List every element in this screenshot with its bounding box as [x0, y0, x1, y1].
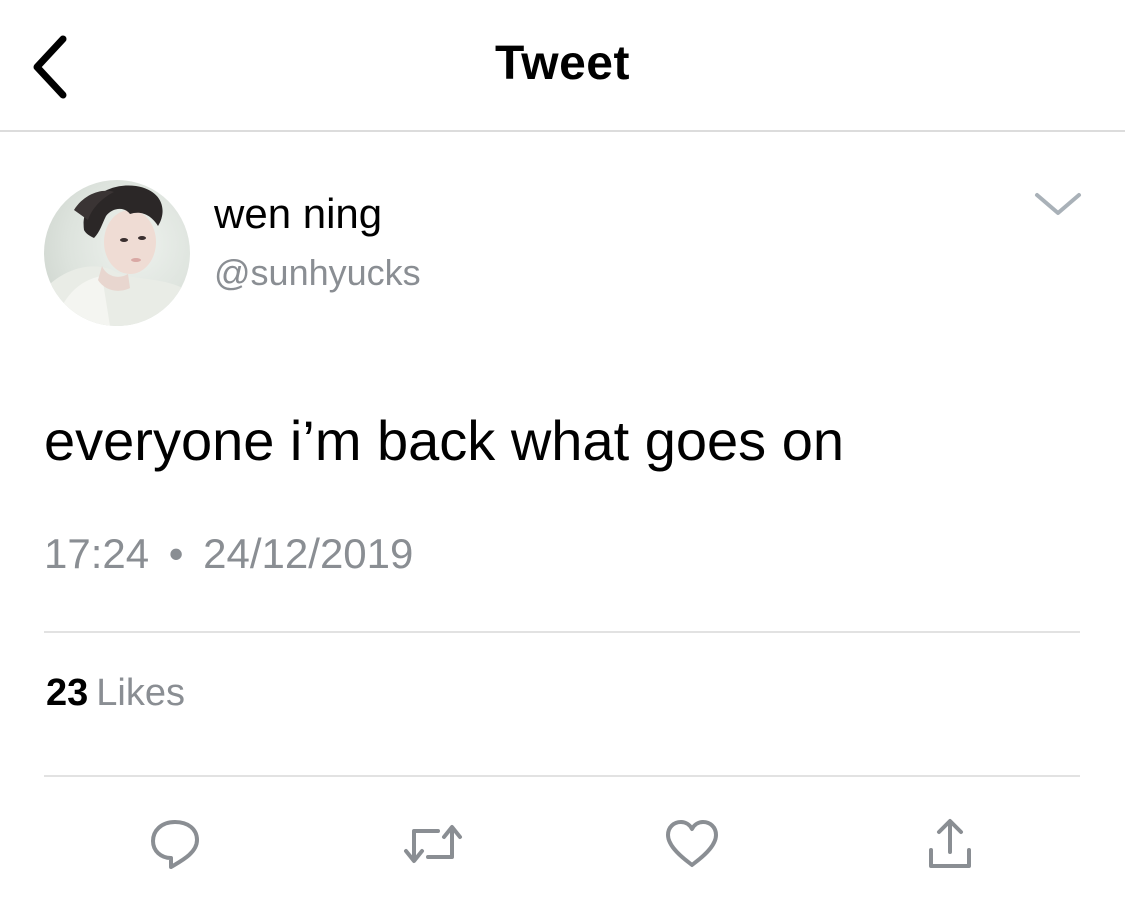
share-button[interactable]	[918, 812, 982, 876]
avatar[interactable]	[44, 180, 190, 326]
tweet-time: 17:24	[44, 530, 150, 577]
author-display-name[interactable]: wen ning	[214, 190, 382, 238]
share-icon	[929, 819, 971, 868]
heart-icon	[666, 820, 718, 867]
tweet-options-button[interactable]	[1030, 182, 1086, 226]
divider	[44, 631, 1080, 633]
reply-button[interactable]	[143, 812, 207, 876]
likes-stat[interactable]: 23 Likes	[46, 672, 185, 715]
likes-count: 23	[46, 672, 89, 714]
divider	[44, 775, 1080, 777]
top-navigation-bar: Tweet	[0, 0, 1125, 132]
timestamp-separator: •	[168, 530, 184, 577]
retweet-icon	[404, 825, 462, 863]
profile-photo	[44, 185, 190, 326]
retweet-button[interactable]	[401, 812, 465, 876]
tweet-date: 24/12/2019	[203, 530, 414, 577]
chevron-down-icon	[1035, 193, 1081, 215]
author-handle[interactable]: @sunhyucks	[214, 252, 421, 294]
like-button[interactable]	[660, 812, 724, 876]
tweet-timestamp: 17:24 • 24/12/2019	[44, 530, 413, 578]
tweet-detail-screen: Tweet wen ning @sunhyucks everyone i’m b…	[0, 0, 1125, 908]
tweet-text: everyone i’m back what goes on	[44, 409, 844, 472]
likes-label: Likes	[96, 672, 185, 714]
reply-icon	[151, 820, 199, 869]
page-title: Tweet	[495, 37, 630, 90]
